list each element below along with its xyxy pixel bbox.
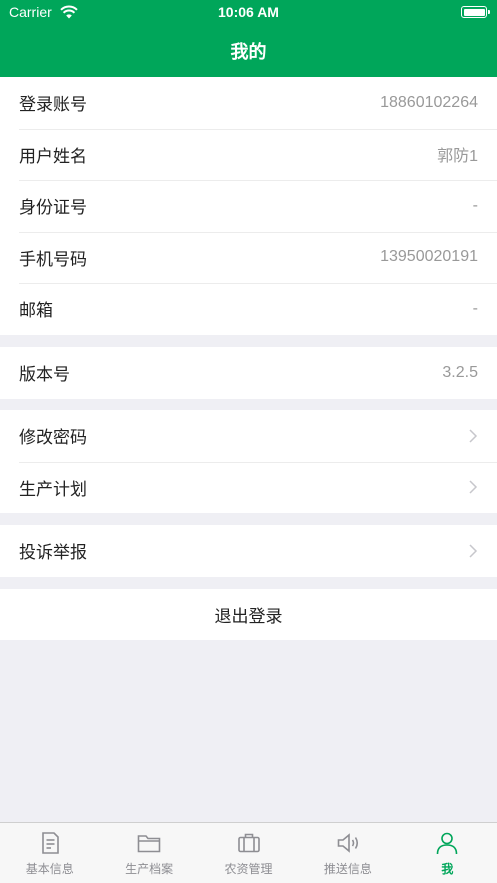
clock: 10:06 AM <box>218 4 279 20</box>
version-value: 3.2.5 <box>442 363 478 381</box>
tab-basic-info[interactable]: 基本信息 <box>0 823 99 883</box>
tab-me[interactable]: 我 <box>398 823 497 883</box>
row-label: 版本号 <box>19 365 70 386</box>
tab-label: 我 <box>441 862 454 876</box>
report-group: 投诉举报 <box>0 525 497 577</box>
production-plan-row[interactable]: 生产计划 <box>0 461 497 514</box>
account-row: 登录账号 18860102264 <box>0 77 497 129</box>
profile-info-group: 登录账号 18860102264 用户姓名 郭防1 身份证号 - 手机号码 13… <box>0 77 497 335</box>
app-header: Carrier 10:06 AM 我的 <box>0 0 497 77</box>
logout-button[interactable]: 退出登录 <box>0 589 497 640</box>
version-group: 版本号 3.2.5 <box>0 347 497 399</box>
chevron-right-icon <box>469 429 478 443</box>
complaint-report-row[interactable]: 投诉举报 <box>0 525 497 577</box>
row-label: 生产计划 <box>19 479 87 500</box>
tab-label: 基本信息 <box>25 862 74 876</box>
row-label: 登录账号 <box>19 95 87 116</box>
change-password-row[interactable]: 修改密码 <box>0 410 497 462</box>
logout-group: 退出登录 <box>0 589 497 640</box>
row-label: 手机号码 <box>19 249 87 270</box>
row-label: 用户姓名 <box>19 146 87 167</box>
status-bar: Carrier 10:06 AM <box>0 0 497 26</box>
row-value: 13950020191 <box>380 248 478 266</box>
document-icon <box>41 832 59 854</box>
row-value: 18860102264 <box>380 93 478 111</box>
tab-farm-supplies[interactable]: 农资管理 <box>199 823 298 883</box>
tab-bar: 基本信息 生产档案 农资管理 推送信息 我 <box>0 822 497 883</box>
chevron-right-icon <box>469 480 478 494</box>
version-row: 版本号 3.2.5 <box>0 347 497 399</box>
phone-row: 手机号码 13950020191 <box>0 231 497 284</box>
row-value: 郭防1 <box>437 148 478 166</box>
page-title: 我的 <box>230 42 267 63</box>
username-row: 用户姓名 郭防1 <box>0 128 497 181</box>
chevron-right-icon <box>469 544 478 558</box>
row-value: - <box>472 299 478 317</box>
row-label: 身份证号 <box>19 198 87 219</box>
tab-label: 生产档案 <box>125 862 174 876</box>
email-row: 邮箱 - <box>0 283 497 335</box>
speaker-icon <box>337 833 358 853</box>
tab-push-messages[interactable]: 推送信息 <box>298 823 397 883</box>
tab-production-records[interactable]: 生产档案 <box>99 823 198 883</box>
person-icon <box>437 832 458 855</box>
row-label: 邮箱 <box>19 301 53 322</box>
row-label: 修改密码 <box>19 428 87 449</box>
battery-icon <box>461 6 490 18</box>
folder-icon <box>137 835 161 853</box>
id-number-row: 身份证号 - <box>0 180 497 232</box>
row-value: - <box>472 196 478 214</box>
settings-group: 修改密码 生产计划 <box>0 410 497 513</box>
row-label: 投诉举报 <box>19 543 87 564</box>
tab-label: 推送信息 <box>323 862 372 876</box>
briefcase-icon <box>237 833 260 853</box>
tab-label: 农资管理 <box>224 862 273 876</box>
